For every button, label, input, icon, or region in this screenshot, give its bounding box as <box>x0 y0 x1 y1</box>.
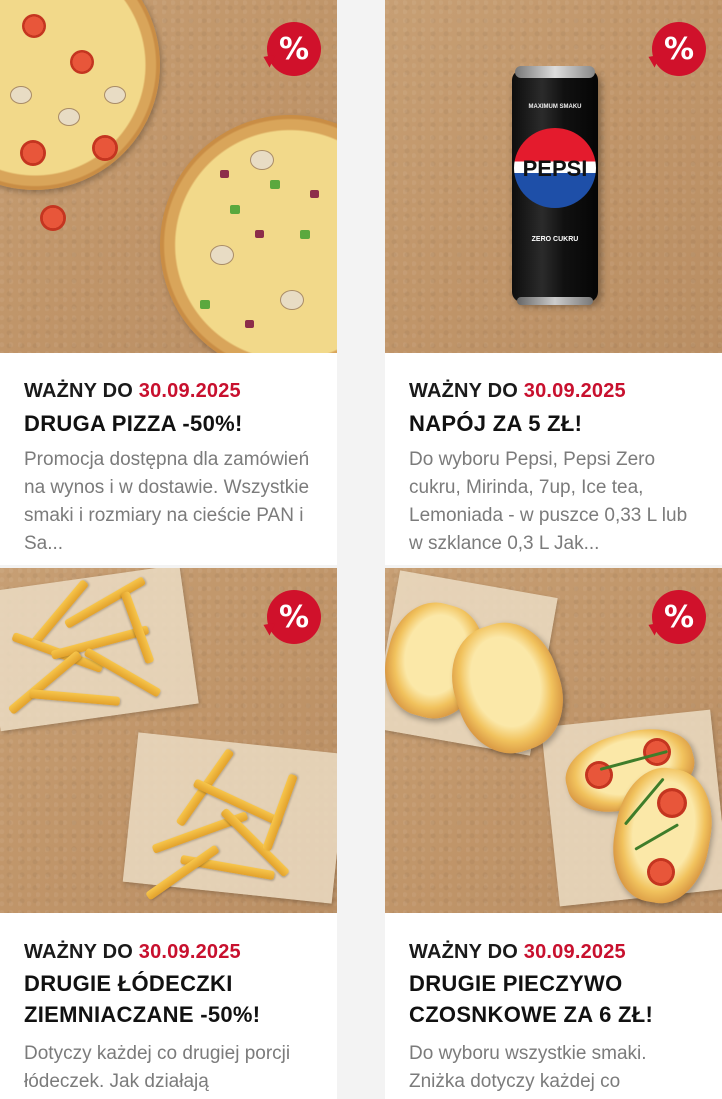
valid-date: 30.09.2025 <box>138 941 241 963</box>
promo-title: DRUGIE ŁÓDECZKI ZIEMNIACZANE -50%! <box>24 971 261 1027</box>
pepsi-can-image: MAXIMUM SMAKU PEPSI ZERO CUKRU % <box>385 0 722 353</box>
pizza-image: % <box>0 0 337 353</box>
promo-card-wedges[interactable]: % WAŻNY DO 30.09.2025 DRUGIE ŁÓDECZKI ZI… <box>0 568 337 1099</box>
promo-card-pizza[interactable]: % WAŻNY DO 30.09.2025 DRUGA PIZZA -50%! … <box>0 0 337 565</box>
promo-description: Promocja dostępna dla zamówień na wynos … <box>24 449 310 554</box>
promo-card-drink[interactable]: MAXIMUM SMAKU PEPSI ZERO CUKRU % WAŻNY D… <box>385 0 722 565</box>
discount-badge-icon: % <box>652 590 706 644</box>
validity-text: WAŻNY DO 30.09.2025 <box>24 941 241 963</box>
promo-description: Do wyboru wszystkie smaki. Zniżka dotycz… <box>409 1043 647 1092</box>
potato-wedges-image: % <box>0 568 337 913</box>
validity-text: WAŻNY DO 30.09.2025 <box>409 941 626 963</box>
discount-badge-icon: % <box>267 22 321 76</box>
valid-date: 30.09.2025 <box>523 380 626 402</box>
promo-description: Do wyboru Pepsi, Pepsi Zero cukru, Mirin… <box>409 449 688 554</box>
garlic-bread-image: % <box>385 568 722 913</box>
valid-date: 30.09.2025 <box>138 380 241 402</box>
validity-text: WAŻNY DO 30.09.2025 <box>24 380 241 402</box>
validity-text: WAŻNY DO 30.09.2025 <box>409 380 626 402</box>
valid-date: 30.09.2025 <box>523 941 626 963</box>
promo-card-garlic-bread[interactable]: % WAŻNY DO 30.09.2025 DRUGIE PIECZYWO CZ… <box>385 568 722 1099</box>
promo-description: Dotyczy każdej co drugiej porcji łódecze… <box>24 1043 291 1092</box>
discount-badge-icon: % <box>267 590 321 644</box>
discount-badge-icon: % <box>652 22 706 76</box>
pepsi-can: MAXIMUM SMAKU PEPSI ZERO CUKRU <box>512 66 598 305</box>
promo-title: NAPÓJ ZA 5 ZŁ! <box>409 411 583 436</box>
promo-title: DRUGA PIZZA -50%! <box>24 411 243 436</box>
promo-title: DRUGIE PIECZYWO CZOSNKOWE ZA 6 ZŁ! <box>409 971 654 1027</box>
